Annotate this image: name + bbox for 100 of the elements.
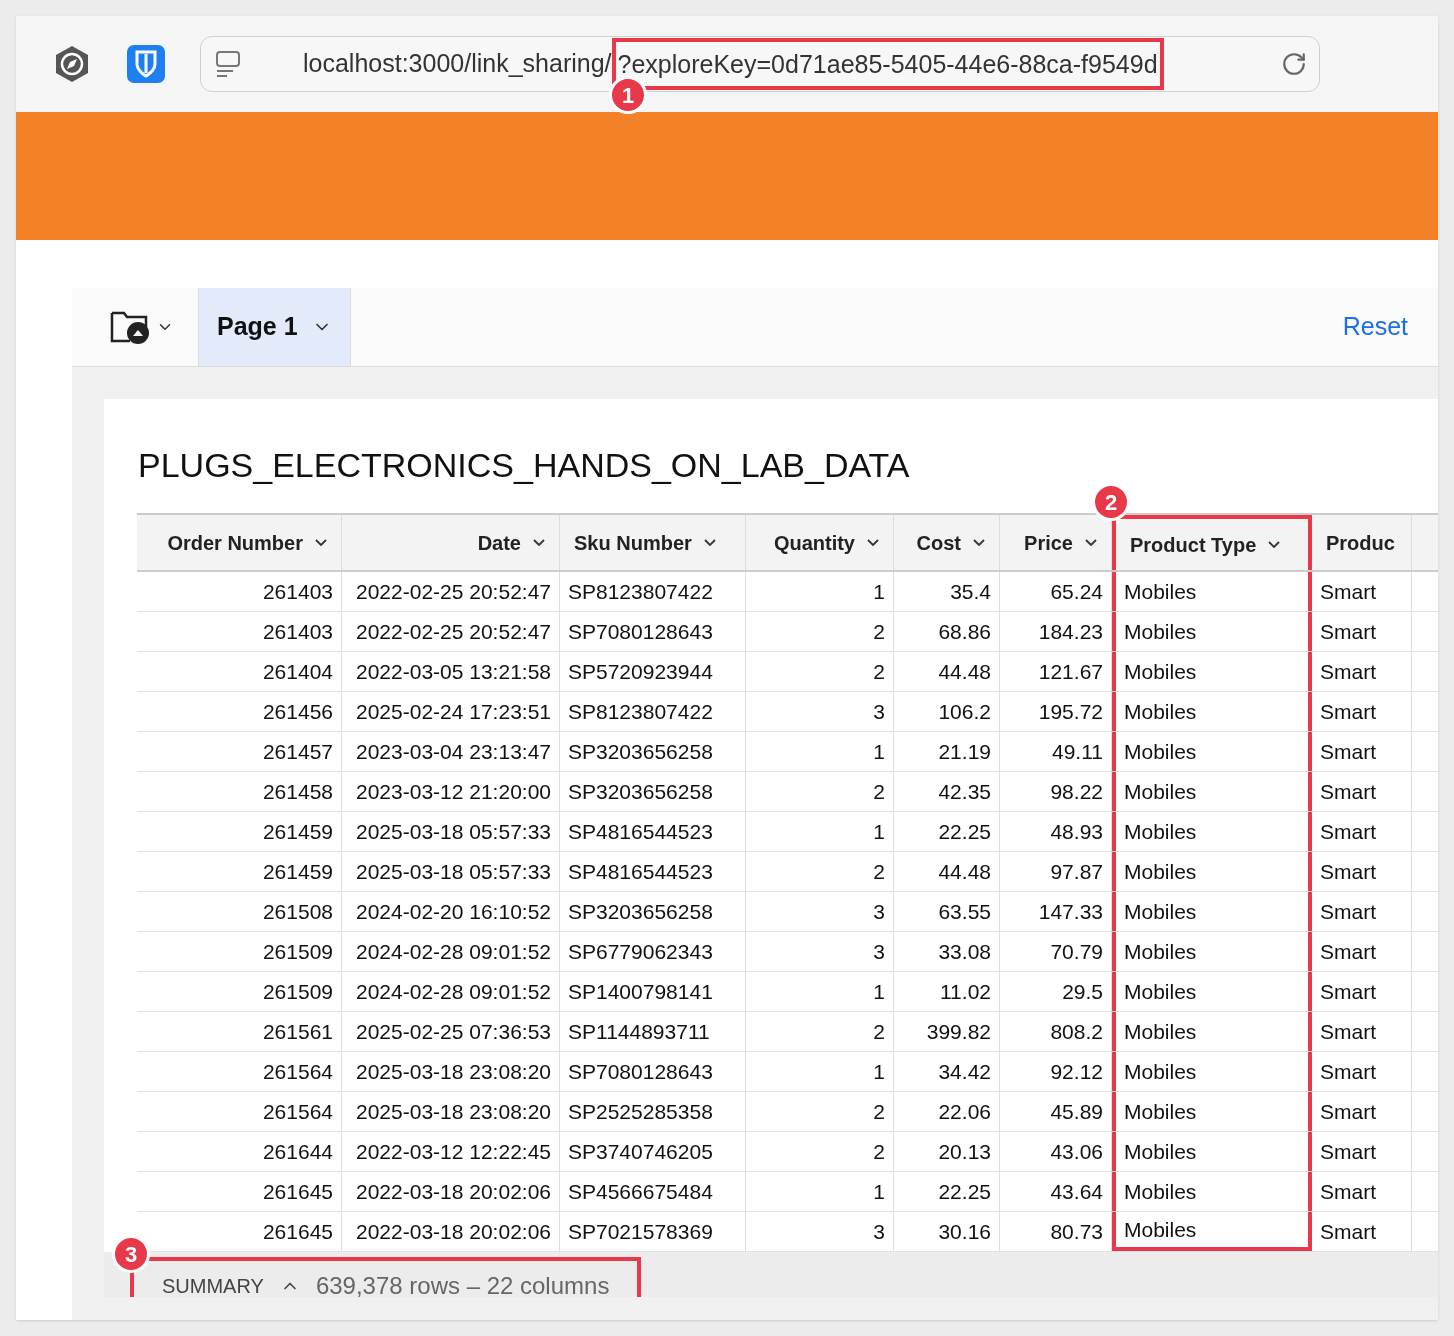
table-cell: 261564 [137,1052,342,1091]
table-cell: 261404 [137,652,342,691]
table-cell: 22.25 [894,812,1000,851]
chevron-down-icon [1085,539,1097,546]
table-cell: 20.13 [894,1132,1000,1171]
table-cell: 1 [746,812,894,851]
table-cell: 261564 [137,1092,342,1131]
table-cell: Mobiles [1112,612,1312,651]
table-cell: SP8123807422 [560,692,746,731]
table-cell: 63.55 [894,892,1000,931]
table-cell: 1 [746,1052,894,1091]
table-cell: 2025-03-18 05:57:33 [342,852,560,891]
chevron-down-icon [315,539,327,546]
reset-link[interactable]: Reset [1342,288,1438,366]
table-cell: Smart [1312,1092,1412,1131]
table-cell: 1 [746,732,894,771]
table-cell: 2022-02-25 20:52:47 [342,572,560,611]
table-cell: Mobiles [1112,852,1312,891]
column-header[interactable]: Product Type [1112,515,1312,570]
chevron-down-icon [703,539,716,546]
table-cell: 261509 [137,972,342,1011]
callout-number: 3 [112,1235,150,1273]
table-cell: SP6779062343 [560,932,746,971]
chevron-down-icon [1268,541,1281,548]
chevron-down-icon [973,539,985,546]
table-cell: 121.67 [1000,652,1112,691]
table-cell: Mobiles [1112,732,1312,771]
table-cell: 2024-02-28 09:01:52 [342,932,560,971]
column-header[interactable]: Sku Number [560,515,746,570]
callout-number: 2 [1092,483,1130,521]
column-header[interactable]: Price [1000,515,1112,570]
table-cell: 261403 [137,572,342,611]
table-cell: 195.72 [1000,692,1112,731]
table-cell: SP4816544523 [560,852,746,891]
table-cell: SP3203656258 [560,892,746,931]
table-cell: 2025-02-24 17:23:51 [342,692,560,731]
table-cell: 11.02 [894,972,1000,1011]
table-cell: 261459 [137,812,342,851]
table-cell: SP3203656258 [560,772,746,811]
table-cell: 49.11 [1000,732,1112,771]
column-header[interactable]: Date [342,515,560,570]
table-cell: 3 [746,692,894,731]
table-cell: Mobiles [1112,812,1312,851]
table-cell: 2023-03-12 21:20:00 [342,772,560,811]
column-header[interactable]: Order Number [137,515,342,570]
table-cell: 2 [746,652,894,691]
table-cell: Smart [1312,1132,1412,1171]
table-cell: Smart [1312,692,1412,731]
chevron-down-icon [533,539,545,546]
table-cell: 2022-03-12 12:22:45 [342,1132,560,1171]
table-cell: Mobiles [1112,1012,1312,1051]
table-cell: Smart [1312,932,1412,971]
folder-upload-icon [110,309,152,345]
table-cell: 2024-02-28 09:01:52 [342,972,560,1011]
table-cell: Smart [1312,652,1412,691]
table-cell: 98.22 [1000,772,1112,811]
table-cell: SP4816544523 [560,812,746,851]
reload-icon[interactable] [1281,51,1307,77]
table-cell: Mobiles [1112,572,1312,611]
table-cell: 261456 [137,692,342,731]
table-cell: 106.2 [894,692,1000,731]
table-cell: 68.86 [894,612,1000,651]
table-cell: 65.24 [1000,572,1112,611]
table-cell: 3 [746,1212,894,1251]
column-header[interactable]: Produc [1312,515,1412,570]
table-cell: SP8123807422 [560,572,746,611]
table-cell: Smart [1312,1172,1412,1211]
table-cell: SP1400798141 [560,972,746,1011]
table-cell: Mobiles [1112,1132,1312,1171]
table-cell: Smart [1312,812,1412,851]
summary-counts: 639,378 rows – 22 columns [315,1271,610,1297]
table-cell: 2 [746,852,894,891]
table-title: PLUGS_ELECTRONICS_HANDS_ON_LAB_DATA [138,445,910,486]
table-cell: Mobiles [1112,1052,1312,1091]
table-cell: 2025-03-18 05:57:33 [342,812,560,851]
table-cell: Mobiles [1112,652,1312,691]
table-cell: SP7080128643 [560,1052,746,1091]
table-cell: 2 [746,1132,894,1171]
column-header[interactable]: Quantity [746,515,894,570]
table-cell: 43.64 [1000,1172,1112,1211]
table-cell: Mobiles [1112,692,1312,731]
table-cell: 2025-03-18 23:08:20 [342,1052,560,1091]
page-tab[interactable]: Page 1 [198,288,351,366]
table-cell: Mobiles [1112,972,1312,1011]
page-icon [215,50,241,78]
table-cell: Mobiles [1112,1092,1312,1131]
table-cell: 3 [746,932,894,971]
column-label: Cost [916,530,961,556]
column-header[interactable]: Cost [894,515,1000,570]
table-cell: SP2525285358 [560,1092,746,1131]
url-text: localhost:3000/link_sharing/ [303,48,612,80]
table-cell: 21.19 [894,732,1000,771]
table-cell: 92.12 [1000,1052,1112,1091]
table-cell: 2022-03-18 20:02:06 [342,1212,560,1251]
column-label: Product Type [1130,532,1257,558]
column-label: Price [1024,530,1073,556]
password-manager-icon [126,44,166,84]
table-cell: 2024-02-20 16:10:52 [342,892,560,931]
table-cell: 261561 [137,1012,342,1051]
table-cell: 261459 [137,852,342,891]
